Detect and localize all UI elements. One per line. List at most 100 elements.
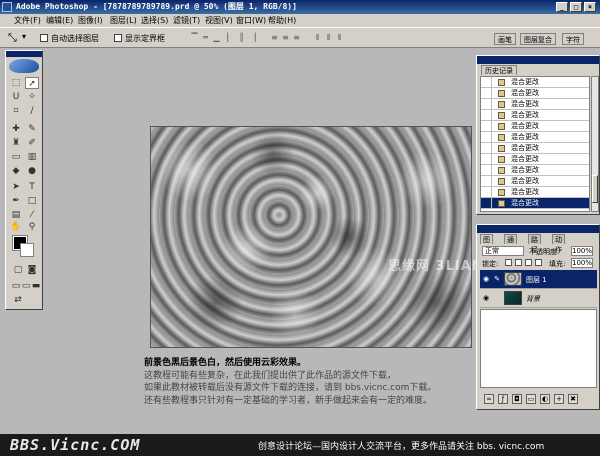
align-middle-icon[interactable]: ═ [201,33,210,43]
lock-image-icon[interactable] [515,259,522,266]
distribute-middle-icon[interactable]: ≡ [281,33,290,43]
distribute-top-icon[interactable]: ≡ [270,33,279,43]
move-tool-icon[interactable]: ➚ [25,77,39,89]
crop-tool-icon[interactable]: ⌗ [9,105,23,117]
healing-brush-icon[interactable]: ✚ [9,123,23,135]
layers-panel-titlebar[interactable] [477,225,599,233]
photoshop-feather-logo[interactable] [9,59,39,73]
new-layer-icon[interactable]: + [554,394,564,404]
tab-history[interactable]: 历史记录 [481,65,517,75]
lasso-tool-icon[interactable]: ᑌ [9,91,23,103]
menu-file[interactable]: 文件(F) [14,14,41,27]
quick-mask-icon[interactable]: ◙ [25,264,39,276]
clone-stamp-icon[interactable]: ♜ [9,137,23,149]
history-brush-source-cell[interactable] [481,99,492,109]
distribute-center-icon[interactable]: ⦀ [324,33,333,43]
screen-mode-full-icon[interactable]: ▬ [29,280,43,292]
hand-tool-icon[interactable]: ✋ [9,221,23,233]
menu-window[interactable]: 窗口(W) [236,14,266,27]
menu-filter[interactable]: 滤镜(T) [173,14,200,27]
tab-layers[interactable]: 图层 [480,234,493,254]
history-brush-source-cell[interactable] [481,132,492,142]
lock-transparency-icon[interactable] [505,259,512,266]
distribute-right-icon[interactable]: ⦀ [335,33,344,43]
history-item[interactable]: 混合更改 [481,187,589,198]
path-selection-icon[interactable]: ➤ [9,181,23,193]
history-brush-source-cell[interactable] [481,176,492,186]
history-brush-source-cell[interactable] [481,110,492,120]
opacity-input[interactable]: 100% [571,246,593,256]
history-brush-source-cell[interactable] [481,88,492,98]
slice-tool-icon[interactable]: ∕ [25,105,39,117]
tab-brushes[interactable]: 画笔 [494,33,516,45]
layer-row-background[interactable]: ◉ 背景 [480,289,597,308]
background-color-swatch[interactable] [20,243,34,257]
new-set-icon[interactable]: ▭ [526,394,536,404]
auto-select-checkbox[interactable] [40,34,48,42]
eye-icon[interactable]: ◉ [482,275,490,283]
chevron-down-icon[interactable]: ▾ [22,32,26,41]
distribute-bottom-icon[interactable]: ≡ [292,33,301,43]
history-item[interactable]: 混合更改 [481,176,589,187]
notes-tool-icon[interactable]: ▤ [9,209,23,221]
trash-icon[interactable]: ✖ [568,394,578,404]
eyedropper-icon[interactable]: ⁄ [25,209,39,221]
history-item[interactable]: 混合更改 [481,143,589,154]
history-brush-source-cell[interactable] [481,143,492,153]
history-brush-source-cell[interactable] [481,187,492,197]
move-tool-icon[interactable]: ⤡ [8,31,17,45]
align-left-icon[interactable]: ▏ [226,33,235,43]
pen-tool-icon[interactable]: ✒ [9,195,23,207]
close-button[interactable]: × [584,2,596,12]
tab-actions[interactable]: 动作 [552,234,565,254]
maximize-button[interactable]: □ [570,2,582,12]
menu-layer[interactable]: 图层(L) [110,14,137,27]
history-scrollbar[interactable] [591,76,599,212]
history-brush-icon[interactable]: ✐ [25,137,39,149]
blur-tool-icon[interactable]: ◆ [9,165,23,177]
blend-mode-select[interactable]: 正常 [482,246,524,256]
history-item[interactable]: 混合更改 [481,198,589,209]
minimize-button[interactable]: _ [556,2,568,12]
shape-tool-icon[interactable]: □ [25,195,39,207]
layer-row-layer-1[interactable]: ◉ ✎ 图层 1 [480,270,597,289]
link-layers-icon[interactable]: ∞ [484,394,494,404]
history-item[interactable]: 混合更改 [481,165,589,176]
history-panel-titlebar[interactable] [477,56,599,64]
align-bottom-icon[interactable]: ▁ [212,33,221,43]
menu-select[interactable]: 选择(S) [141,14,168,27]
toolbox-titlebar[interactable] [6,51,42,57]
history-item[interactable]: 混合更改 [481,121,589,132]
lock-all-icon[interactable] [535,259,542,266]
history-brush-source-cell[interactable] [481,165,492,175]
magic-wand-icon[interactable]: ✧ [25,91,39,103]
gradient-tool-icon[interactable]: ▥ [25,151,39,163]
show-bounds-checkbox[interactable] [114,34,122,42]
eraser-tool-icon[interactable]: ▭ [9,151,23,163]
type-tool-icon[interactable]: T [25,181,39,193]
history-scroll-thumb[interactable] [592,175,598,203]
dodge-tool-icon[interactable]: ● [25,165,39,177]
history-item[interactable]: 混合更改 [481,88,589,99]
tab-character[interactable]: 字符 [562,33,584,45]
standard-mode-icon[interactable]: ▢ [11,264,25,276]
menu-view[interactable]: 视图(V) [205,14,233,27]
history-item[interactable]: 混合更改 [481,99,589,110]
distribute-left-icon[interactable]: ⦀ [313,33,322,43]
tab-channels[interactable]: 通道 [504,234,517,254]
layer-style-icon[interactable]: ƒ [498,394,508,404]
history-brush-source-cell[interactable] [481,198,492,208]
document-canvas[interactable] [150,126,472,348]
history-item[interactable]: 混合更改 [481,154,589,165]
fill-input[interactable]: 100% [571,258,593,268]
tab-layer-comps[interactable]: 图层复合 [520,33,556,45]
history-brush-source-cell[interactable] [481,121,492,131]
align-right-icon[interactable]: ▕ [248,33,257,43]
align-center-icon[interactable]: ║ [237,33,246,43]
imageready-icon[interactable]: ⇄ [11,294,25,306]
history-item[interactable]: 混合更改 [481,77,589,88]
lock-position-icon[interactable] [525,259,532,266]
history-item[interactable]: 混合更改 [481,110,589,121]
history-brush-source-cell[interactable] [481,77,492,87]
history-item[interactable]: 混合更改 [481,132,589,143]
